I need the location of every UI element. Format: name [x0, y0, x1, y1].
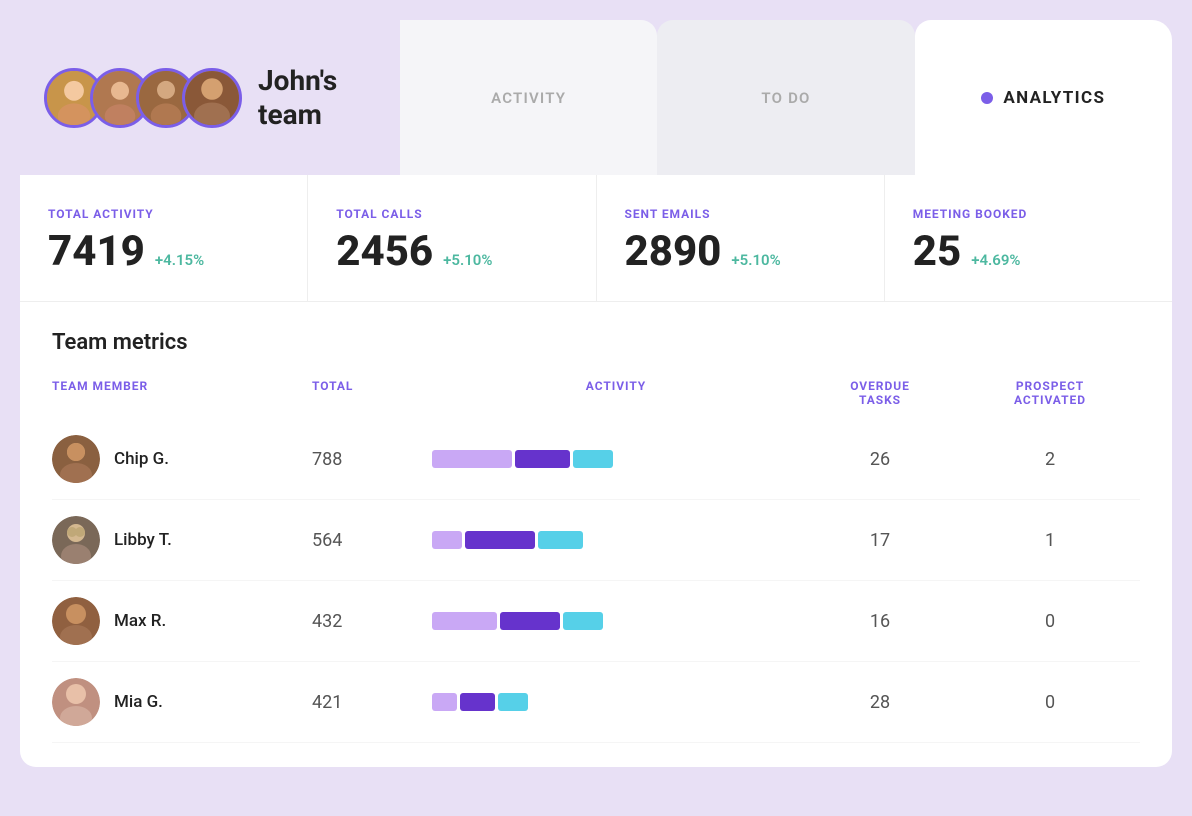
header: John's team ACTIVITY TO DO ANALYTICS — [20, 20, 1172, 175]
member-name-libby: Libby T. — [114, 530, 172, 550]
team-name: John's team — [258, 64, 337, 131]
prospect-cell-max: 0 — [960, 611, 1140, 632]
member-name-max: Max R. — [114, 611, 166, 631]
col-header-total: TOTAL — [312, 379, 432, 407]
bar-segment-lavender — [432, 693, 457, 711]
member-name-chip: Chip G. — [114, 449, 169, 469]
col-header-member: TEAM MEMBER — [52, 379, 312, 407]
stat-change-total-calls: +5.10% — [443, 251, 492, 269]
table-rows-container: Chip G. 788 262 Libby T. 564 171 Max R. 432 16… — [52, 419, 1140, 743]
table-row: Chip G. 788 262 — [52, 419, 1140, 500]
total-cell-mia: 421 — [312, 692, 432, 713]
table-header: TEAM MEMBER TOTAL ACTIVITY OVERDUE TASKS… — [52, 379, 1140, 419]
avatar-max — [52, 597, 100, 645]
col-header-overdue: OVERDUE TASKS — [800, 379, 960, 407]
avatar-chip — [52, 435, 100, 483]
avatar-4 — [182, 68, 242, 128]
bar-segment-cyan — [538, 531, 583, 549]
section-title: Team metrics — [52, 330, 1140, 355]
table-row: Libby T. 564 171 — [52, 500, 1140, 581]
stat-change-total-activity: +4.15% — [155, 251, 204, 269]
overdue-cell-mia: 28 — [800, 692, 960, 713]
member-name-mia: Mia G. — [114, 692, 163, 712]
total-cell-chip: 788 — [312, 449, 432, 470]
avatar-libby — [52, 516, 100, 564]
bar-segment-lavender — [432, 612, 497, 630]
tab-activity[interactable]: ACTIVITY — [400, 20, 657, 175]
team-section: John's team — [20, 20, 400, 175]
overdue-cell-chip: 26 — [800, 449, 960, 470]
prospect-cell-mia: 0 — [960, 692, 1140, 713]
main-content: TOTAL ACTIVITY 7419 +4.15% TOTAL CALLS 2… — [20, 175, 1172, 767]
stat-label-sent-emails: SENT EMAILS — [625, 207, 856, 221]
tab-activity-label: ACTIVITY — [491, 89, 566, 107]
stat-label-total-activity: TOTAL ACTIVITY — [48, 207, 279, 221]
bar-segment-cyan — [563, 612, 603, 630]
analytics-dot — [981, 92, 993, 104]
stats-row: TOTAL ACTIVITY 7419 +4.15% TOTAL CALLS 2… — [20, 175, 1172, 302]
avatar-mia — [52, 678, 100, 726]
bar-segment-cyan — [573, 450, 613, 468]
avatars-stack — [44, 68, 242, 128]
total-cell-libby: 564 — [312, 530, 432, 551]
stat-meeting-booked: MEETING BOOKED 25 +4.69% — [885, 175, 1172, 301]
stat-value-sent-emails: 2890 — [625, 231, 722, 273]
overdue-cell-max: 16 — [800, 611, 960, 632]
overdue-cell-libby: 17 — [800, 530, 960, 551]
stat-label-total-calls: TOTAL CALLS — [336, 207, 567, 221]
team-metrics: Team metrics TEAM MEMBER TOTAL ACTIVITY … — [20, 302, 1172, 743]
tabs-section: ACTIVITY TO DO ANALYTICS — [400, 20, 1172, 175]
col-header-prospect: PROSPECT ACTIVATED — [960, 379, 1140, 407]
avatar-face-4 — [185, 71, 239, 125]
tab-analytics-label: ANALYTICS — [1003, 88, 1105, 108]
prospect-cell-chip: 2 — [960, 449, 1140, 470]
member-cell-mia: Mia G. — [52, 678, 312, 726]
stat-total-activity: TOTAL ACTIVITY 7419 +4.15% — [20, 175, 308, 301]
bar-segment-lavender — [432, 531, 462, 549]
stat-value-row-meeting-booked: 25 +4.69% — [913, 231, 1144, 273]
bar-segment-cyan — [498, 693, 528, 711]
stat-total-calls: TOTAL CALLS 2456 +5.10% — [308, 175, 596, 301]
member-cell-libby: Libby T. — [52, 516, 312, 564]
table-row: Mia G. 421 280 — [52, 662, 1140, 743]
tab-todo[interactable]: TO DO — [657, 20, 914, 175]
prospect-cell-libby: 1 — [960, 530, 1140, 551]
bar-segment-purple — [500, 612, 560, 630]
tab-analytics[interactable]: ANALYTICS — [915, 20, 1172, 175]
bar-segment-purple — [460, 693, 495, 711]
activity-bar-mia — [432, 693, 800, 711]
stat-value-row-sent-emails: 2890 +5.10% — [625, 231, 856, 273]
app-container: John's team ACTIVITY TO DO ANALYTICS TOT… — [20, 20, 1172, 796]
activity-bar-libby — [432, 531, 800, 549]
stat-change-meeting-booked: +4.69% — [971, 251, 1020, 269]
member-cell-chip: Chip G. — [52, 435, 312, 483]
activity-bar-max — [432, 612, 800, 630]
stat-value-meeting-booked: 25 — [913, 231, 961, 273]
stat-value-total-calls: 2456 — [336, 231, 433, 273]
table-row: Max R. 432 160 — [52, 581, 1140, 662]
total-cell-max: 432 — [312, 611, 432, 632]
stat-value-total-activity: 7419 — [48, 231, 145, 273]
stat-sent-emails: SENT EMAILS 2890 +5.10% — [597, 175, 885, 301]
bar-segment-purple — [465, 531, 535, 549]
stat-change-sent-emails: +5.10% — [731, 251, 780, 269]
tab-todo-label: TO DO — [761, 89, 810, 107]
bar-segment-lavender — [432, 450, 512, 468]
stat-value-row-total-calls: 2456 +5.10% — [336, 231, 567, 273]
bar-segment-purple — [515, 450, 570, 468]
activity-bar-chip — [432, 450, 800, 468]
stat-value-row-total-activity: 7419 +4.15% — [48, 231, 279, 273]
col-header-activity: ACTIVITY — [432, 379, 800, 407]
stat-label-meeting-booked: MEETING BOOKED — [913, 207, 1144, 221]
member-cell-max: Max R. — [52, 597, 312, 645]
